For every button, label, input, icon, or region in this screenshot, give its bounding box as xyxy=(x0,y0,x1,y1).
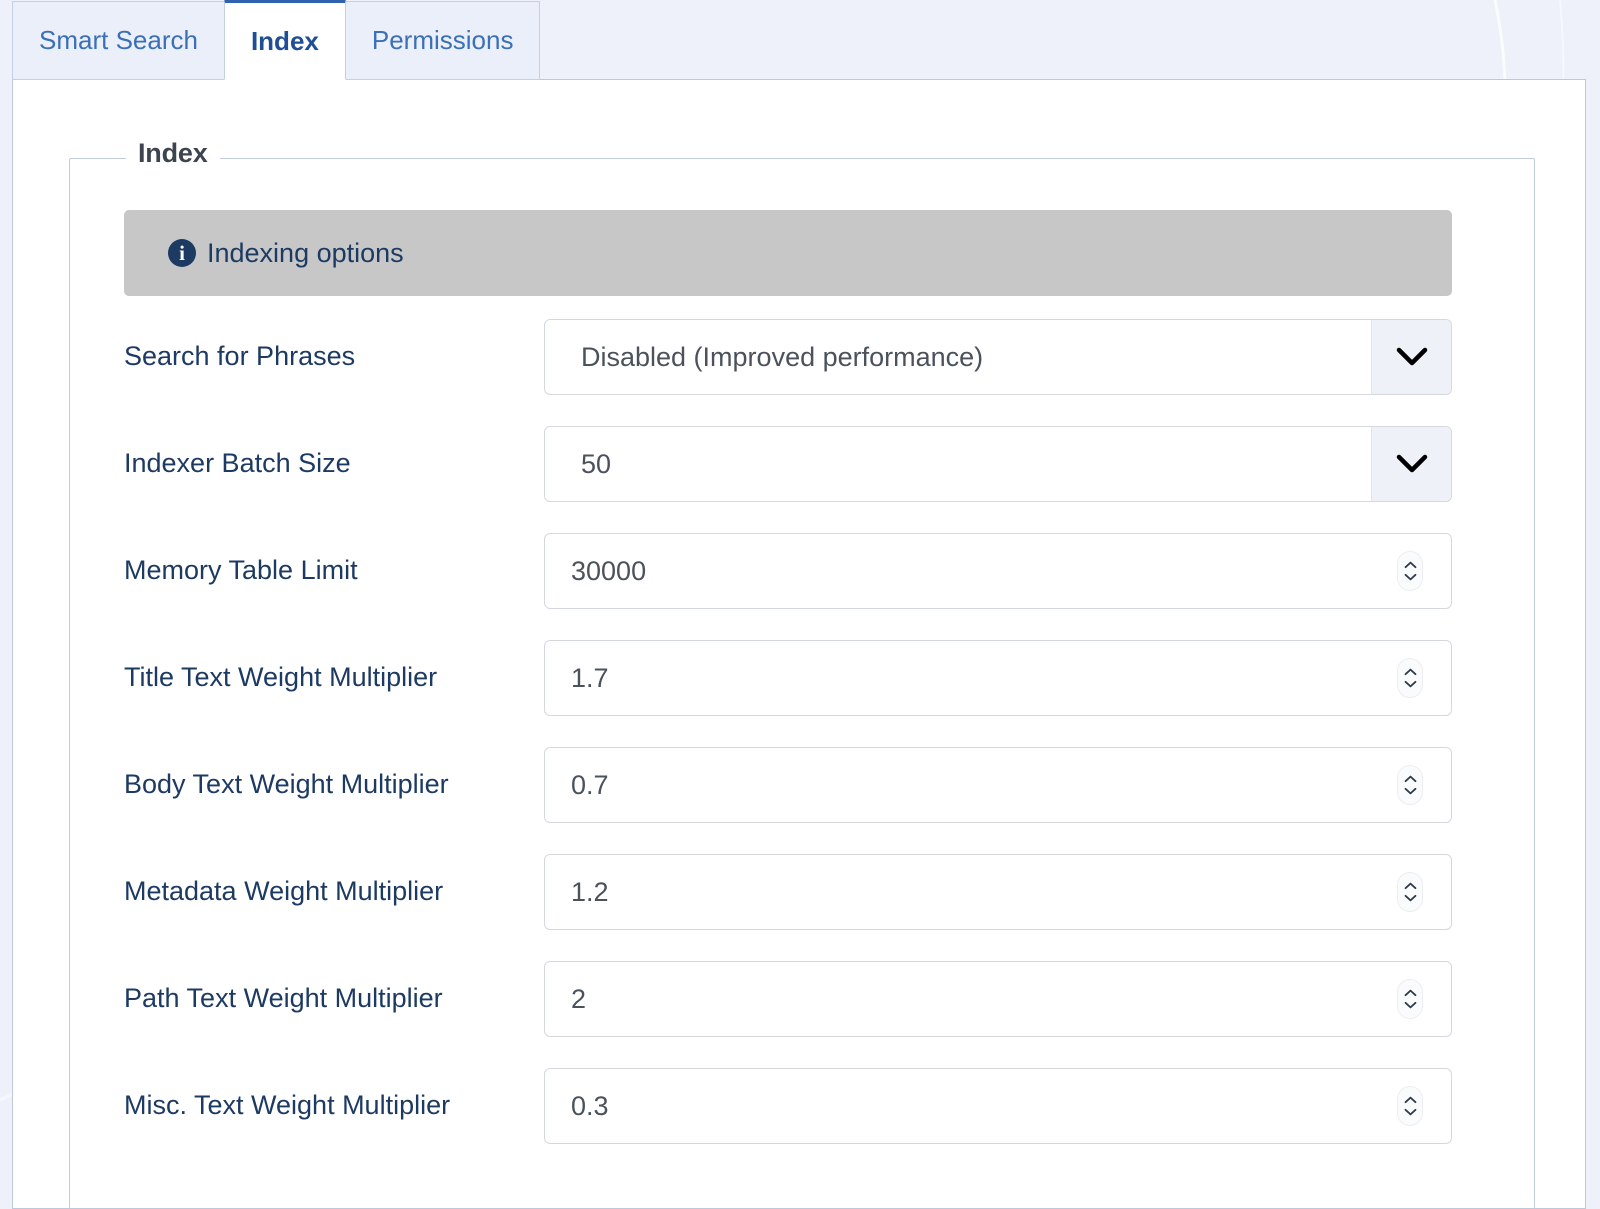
label-path-text-weight-multiplier: Path Text Weight Multiplier xyxy=(124,983,443,1014)
dropdown-toggle-search-for-phrases[interactable] xyxy=(1371,320,1451,394)
tab-permissions[interactable]: Permissions xyxy=(345,1,541,80)
dropdown-toggle-indexer-batch-size[interactable] xyxy=(1371,427,1451,501)
label-indexer-batch-size: Indexer Batch Size xyxy=(124,448,351,479)
stepper-metadata-weight-multiplier[interactable] xyxy=(1397,872,1423,912)
info-icon: i xyxy=(168,239,196,267)
chevron-down-icon xyxy=(1396,454,1428,474)
label-body-text-weight-multiplier: Body Text Weight Multiplier xyxy=(124,769,449,800)
value-memory-table-limit: 30000 xyxy=(545,556,1397,587)
value-path-text-weight-multiplier: 2 xyxy=(545,984,1397,1015)
chevron-down-icon xyxy=(1404,1001,1417,1009)
form-row: Path Text Weight Multiplier 2 xyxy=(124,961,1516,1068)
chevron-down-icon xyxy=(1396,347,1428,367)
value-metadata-weight-multiplier: 1.2 xyxy=(545,877,1397,908)
stepper-title-text-weight-multiplier[interactable] xyxy=(1397,658,1423,698)
input-memory-table-limit[interactable]: 30000 xyxy=(544,533,1452,609)
tab-index[interactable]: Index xyxy=(224,0,346,80)
chevron-down-icon xyxy=(1404,573,1417,581)
stepper-body-text-weight-multiplier[interactable] xyxy=(1397,765,1423,805)
input-body-text-weight-multiplier[interactable]: 0.7 xyxy=(544,747,1452,823)
chevron-down-icon xyxy=(1404,894,1417,902)
value-body-text-weight-multiplier: 0.7 xyxy=(545,770,1397,801)
chevron-down-icon xyxy=(1404,680,1417,688)
chevron-up-icon xyxy=(1404,882,1417,890)
form-row: Indexer Batch Size 50 xyxy=(124,426,1516,533)
form-row: Body Text Weight Multiplier 0.7 xyxy=(124,747,1516,854)
input-metadata-weight-multiplier[interactable]: 1.2 xyxy=(544,854,1452,930)
chevron-down-icon xyxy=(1404,787,1417,795)
select-indexer-batch-size[interactable]: 50 xyxy=(544,426,1452,502)
label-search-for-phrases: Search for Phrases xyxy=(124,341,355,372)
chevron-up-icon xyxy=(1404,561,1417,569)
index-panel: Index i Indexing options Search for Phra… xyxy=(12,79,1586,1209)
index-settings-form: Search for Phrases Disabled (Improved per… xyxy=(124,319,1516,1175)
value-indexer-batch-size: 50 xyxy=(545,449,1371,480)
form-row: Misc. Text Weight Multiplier 0.3 xyxy=(124,1068,1516,1175)
input-misc-text-weight-multiplier[interactable]: 0.3 xyxy=(544,1068,1452,1144)
label-title-text-weight-multiplier: Title Text Weight Multiplier xyxy=(124,662,437,693)
value-title-text-weight-multiplier: 1.7 xyxy=(545,663,1397,694)
indexing-options-banner-text: Indexing options xyxy=(207,238,404,269)
input-path-text-weight-multiplier[interactable]: 2 xyxy=(544,961,1452,1037)
tab-smart-search[interactable]: Smart Search xyxy=(12,1,225,80)
input-title-text-weight-multiplier[interactable]: 1.7 xyxy=(544,640,1452,716)
label-misc-text-weight-multiplier: Misc. Text Weight Multiplier xyxy=(124,1090,450,1121)
label-metadata-weight-multiplier: Metadata Weight Multiplier xyxy=(124,876,443,907)
chevron-down-icon xyxy=(1404,1108,1417,1116)
stepper-misc-text-weight-multiplier[interactable] xyxy=(1397,1086,1423,1126)
chevron-up-icon xyxy=(1404,775,1417,783)
indexing-options-banner: i Indexing options xyxy=(124,210,1452,296)
tab-bar: Smart SearchIndexPermissions xyxy=(0,0,1600,80)
select-search-for-phrases[interactable]: Disabled (Improved performance) xyxy=(544,319,1452,395)
chevron-up-icon xyxy=(1404,989,1417,997)
form-row: Metadata Weight Multiplier 1.2 xyxy=(124,854,1516,961)
label-memory-table-limit: Memory Table Limit xyxy=(124,555,358,586)
value-misc-text-weight-multiplier: 0.3 xyxy=(545,1091,1397,1122)
chevron-up-icon xyxy=(1404,668,1417,676)
stepper-path-text-weight-multiplier[interactable] xyxy=(1397,979,1423,1019)
stepper-memory-table-limit[interactable] xyxy=(1397,551,1423,591)
index-fieldset: Index i Indexing options Search for Phra… xyxy=(69,158,1535,1209)
value-search-for-phrases: Disabled (Improved performance) xyxy=(545,342,1371,373)
fieldset-legend: Index xyxy=(126,138,220,169)
chevron-up-icon xyxy=(1404,1096,1417,1104)
form-row: Title Text Weight Multiplier 1.7 xyxy=(124,640,1516,747)
form-row: Memory Table Limit 30000 xyxy=(124,533,1516,640)
form-row: Search for Phrases Disabled (Improved per… xyxy=(124,319,1516,426)
